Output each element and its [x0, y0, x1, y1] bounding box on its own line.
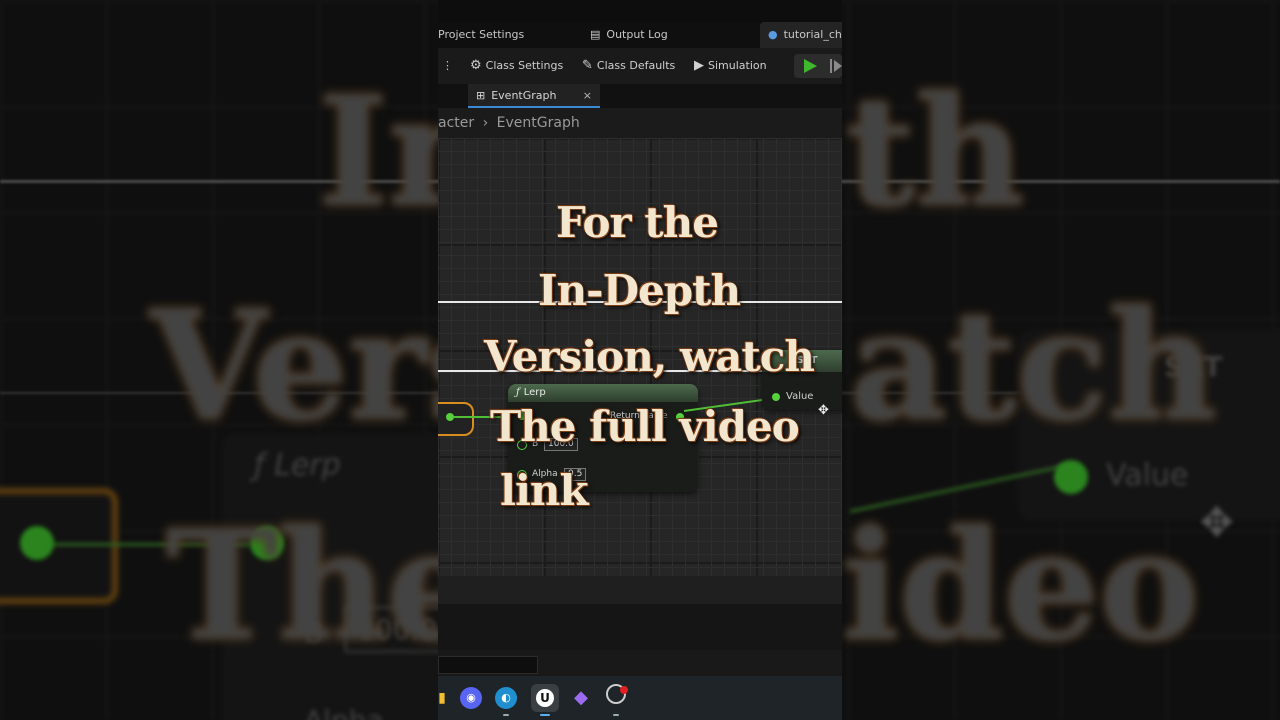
- editor-tab-bar: Project Settings ▤ Output Log ● tutorial_c…: [438, 22, 842, 48]
- class-settings-label: Class Settings: [485, 59, 564, 72]
- edge-icon[interactable]: ◐: [495, 687, 517, 716]
- unreal-icon[interactable]: U: [531, 684, 559, 716]
- character-icon: ●: [768, 28, 778, 41]
- lerp-node-title: Lerp: [523, 387, 546, 398]
- title-strip: [438, 0, 842, 22]
- tab-eventgraph-label: EventGraph: [491, 89, 557, 102]
- simulation-label: Simulation: [708, 59, 767, 72]
- editor-window: Project Settings ▤ Output Log ● tutorial_c…: [438, 0, 842, 720]
- more-options-icon[interactable]: ⋮: [442, 56, 453, 76]
- close-icon[interactable]: ×: [583, 84, 592, 108]
- pencil-icon: ✎: [582, 58, 593, 73]
- caption-line-4: The full video: [490, 402, 800, 451]
- graph-tab-bar: ⊞ EventGraph ×: [438, 84, 842, 108]
- set-value-label: Value: [786, 391, 814, 402]
- folder-icon[interactable]: ▮: [438, 684, 456, 712]
- breadcrumb-parent[interactable]: acter: [438, 115, 474, 131]
- class-settings-button[interactable]: ⚙ Class Settings: [470, 56, 563, 76]
- breadcrumb-separator-icon: ›: [482, 115, 489, 131]
- move-cursor-icon: ✥: [818, 403, 829, 418]
- tab-eventgraph[interactable]: ⊞ EventGraph ×: [468, 84, 600, 108]
- play-icon: [804, 59, 817, 73]
- output-log-icon: ▤: [590, 28, 601, 41]
- class-defaults-button[interactable]: ✎ Class Defaults: [582, 56, 675, 76]
- exec-node[interactable]: [438, 402, 474, 436]
- discord-icon[interactable]: ◉: [460, 687, 482, 709]
- caption-line-5: link: [500, 466, 589, 515]
- exec-node-output-pin[interactable]: [446, 413, 454, 421]
- function-icon: ƒ: [516, 387, 520, 398]
- console-input[interactable]: [438, 656, 538, 674]
- running-indicator: [503, 714, 509, 716]
- lerp-node-header: ƒ Lerp: [508, 384, 698, 402]
- step-icon: [830, 59, 832, 73]
- notification-badge: [620, 686, 628, 694]
- class-defaults-label: Class Defaults: [596, 59, 676, 72]
- tab-output-log[interactable]: ▤ Output Log: [590, 22, 668, 48]
- gear-icon: ⚙: [470, 58, 482, 73]
- taskbar: ▮ ◉ ◐ U ◆: [438, 676, 842, 720]
- simulation-button[interactable]: ▶ Simulation: [694, 56, 767, 76]
- blueprint-toolbar: ⋮ ⚙ Class Settings ✎ Class Defaults ▶ Simul…: [438, 48, 842, 84]
- running-indicator: [613, 714, 619, 716]
- active-indicator: [540, 714, 550, 716]
- tab-project-settings-label: Project Settings: [438, 28, 525, 41]
- graph-icon: ⊞: [476, 89, 486, 102]
- step-arrow-icon: [834, 60, 842, 72]
- bottom-panel: [438, 604, 842, 650]
- tab-project-settings[interactable]: Project Settings: [438, 22, 524, 48]
- simulation-icon: ▶: [694, 58, 704, 73]
- play-button[interactable]: [794, 54, 842, 78]
- app-icon[interactable]: [602, 684, 630, 716]
- caption-line-2: In-Depth: [538, 266, 741, 315]
- tab-output-log-label: Output Log: [606, 28, 668, 41]
- caption-line-3: Version, watch: [484, 332, 815, 381]
- obsidian-icon[interactable]: ◆: [567, 684, 595, 712]
- tab-blueprint-asset-label: tutorial_cha: [783, 28, 842, 41]
- caption-line-1: For the: [556, 198, 719, 247]
- breadcrumb: acter › EventGraph: [438, 108, 842, 138]
- set-value-pin[interactable]: [772, 393, 780, 401]
- tab-blueprint-asset[interactable]: ● tutorial_cha: [760, 22, 842, 48]
- status-bar: [438, 650, 842, 676]
- details-panel-header: [438, 576, 842, 604]
- breadcrumb-current: EventGraph: [496, 115, 580, 131]
